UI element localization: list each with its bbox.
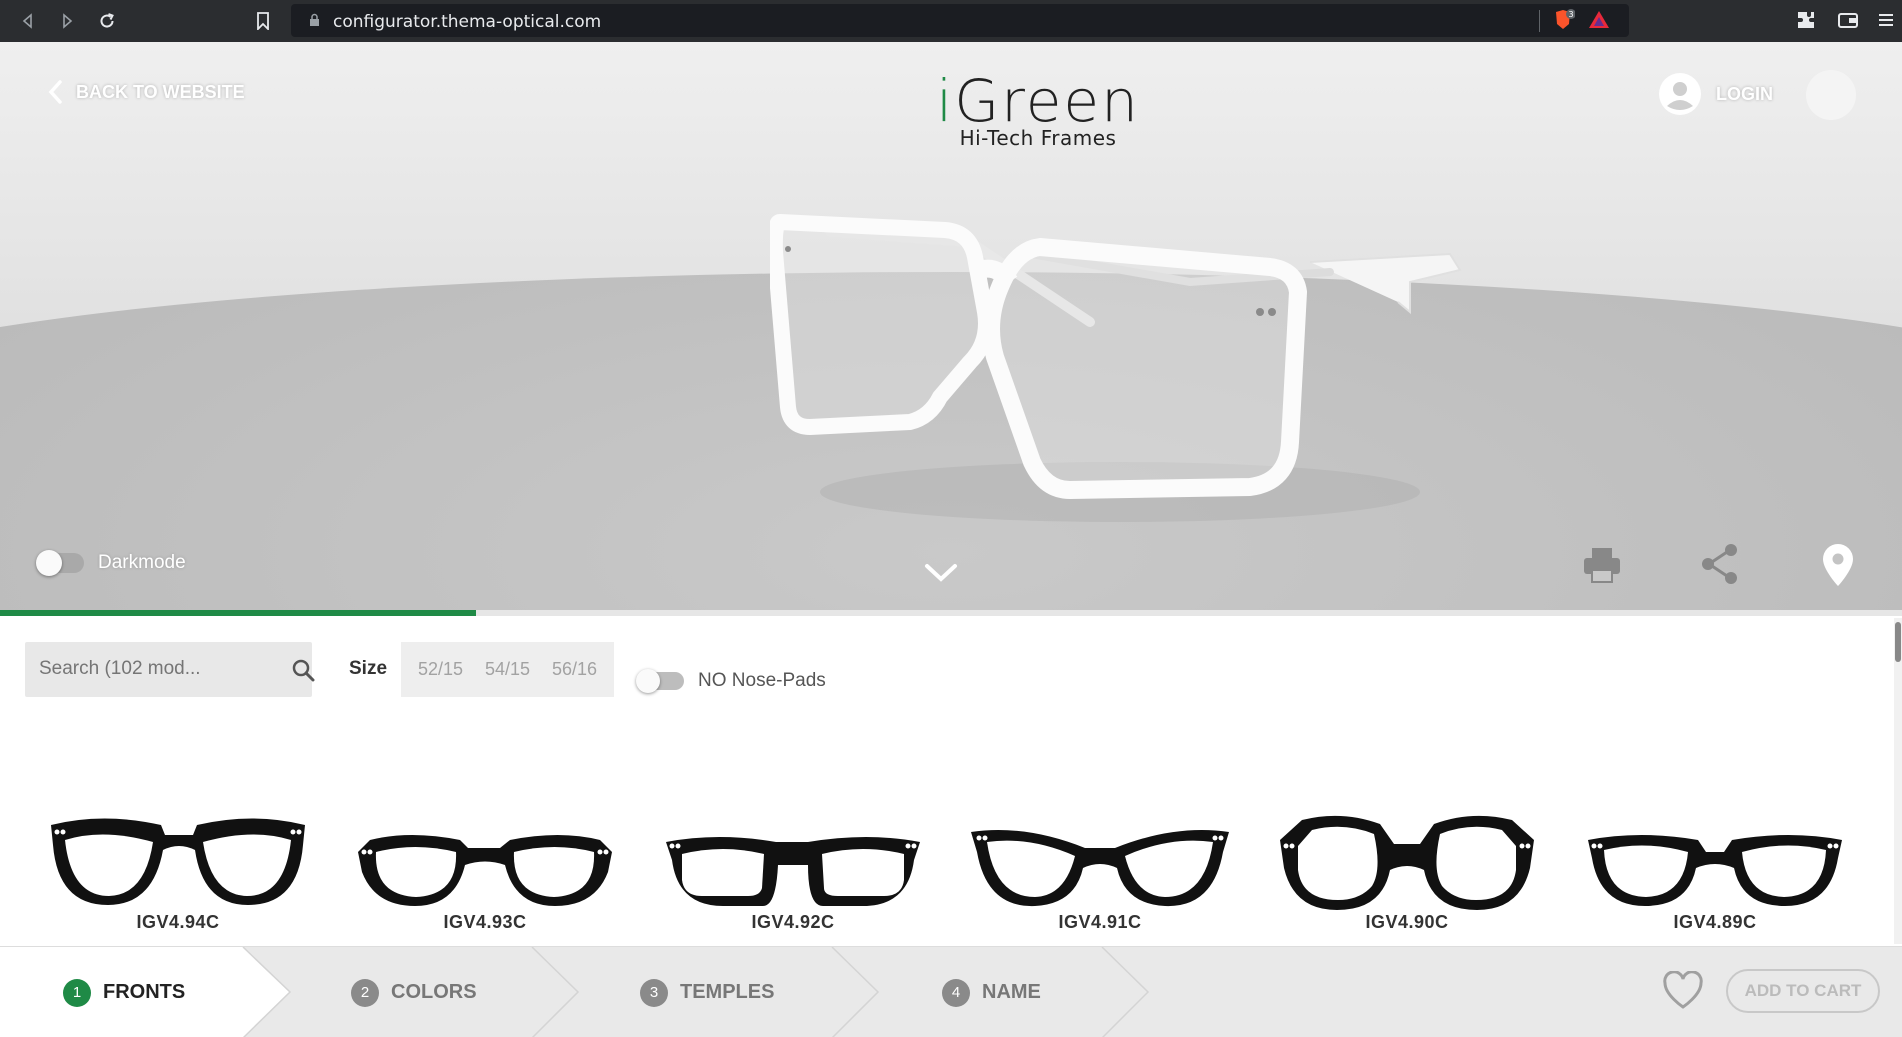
- glasses-3d-render[interactable]: [770, 212, 1470, 532]
- product-card[interactable]: IGV4.89C: [1580, 810, 1850, 940]
- back-nav-icon[interactable]: [14, 7, 42, 35]
- product-card[interactable]: IGV4.93C: [350, 810, 620, 940]
- darkmode-toggle[interactable]: Darkmode: [36, 550, 186, 576]
- size-option-52-15[interactable]: 52/15: [418, 659, 463, 680]
- product-card[interactable]: IGV4.91C: [965, 810, 1235, 940]
- menu-icon[interactable]: [1874, 8, 1898, 32]
- print-icon[interactable]: [1580, 542, 1624, 586]
- configurator-stepper: 1 FRONTS 2 COLORS 3 TEMPLES 4 NAME ADD T…: [0, 946, 1902, 1037]
- step-number: 4: [942, 978, 970, 1007]
- svg-text:3: 3: [1568, 10, 1573, 19]
- nosepads-toggle[interactable]: NO Nose-Pads: [636, 669, 826, 693]
- 3d-viewer[interactable]: BACK TO WEBSITE iGreen Hi-Tech Frames LO…: [0, 42, 1902, 610]
- step-label: FRONTS: [103, 981, 186, 1003]
- frame-front-thumbnail: [971, 830, 1229, 907]
- step-number: 3: [640, 978, 668, 1007]
- browser-toolbar: configurator.thema-optical.com 3: [0, 0, 1902, 42]
- size-filter-label: Size: [349, 658, 388, 679]
- step-number: 1: [63, 978, 91, 1007]
- product-code: IGV4.94C: [136, 912, 220, 932]
- brand-logo: iGreen Hi-Tech Frames: [928, 72, 1148, 150]
- product-list-scrollbar[interactable]: [1894, 618, 1902, 944]
- wallet-icon[interactable]: [1836, 8, 1860, 32]
- step-fronts[interactable]: 1 FRONTS: [63, 947, 185, 1037]
- step-number: 2: [351, 978, 379, 1007]
- step-label: TEMPLES: [680, 981, 775, 1003]
- brand-tagline: Hi-Tech Frames: [959, 126, 1117, 150]
- step-colors[interactable]: 2 COLORS: [351, 947, 477, 1037]
- nosepads-label: NO Nose-Pads: [698, 670, 826, 691]
- share-icon[interactable]: [1698, 542, 1742, 586]
- brave-rewards-icon[interactable]: [1587, 8, 1611, 32]
- chevron-down-icon[interactable]: [924, 562, 958, 584]
- frame-front-thumbnail: [666, 837, 920, 906]
- brand-initial: i: [936, 67, 955, 135]
- search-icon[interactable]: [291, 658, 315, 682]
- step-name[interactable]: 4 NAME: [942, 947, 1041, 1037]
- darkmode-switch[interactable]: [36, 550, 84, 576]
- brand-name: Green: [954, 67, 1140, 135]
- chevron-left-icon: [48, 80, 62, 104]
- product-code: IGV4.91C: [1058, 912, 1142, 932]
- back-to-website-link[interactable]: BACK TO WEBSITE: [48, 80, 245, 104]
- lock-icon: [310, 13, 319, 26]
- model-search-box[interactable]: [25, 642, 315, 697]
- product-code: IGV4.90C: [1365, 912, 1449, 932]
- login-button[interactable]: LOGIN: [1658, 72, 1773, 116]
- frame-front-thumbnail: [358, 835, 612, 906]
- url-text: configurator.thema-optical.com: [333, 12, 602, 32]
- brave-shield-icon[interactable]: 3: [1551, 8, 1575, 32]
- product-card[interactable]: IGV4.90C: [1272, 810, 1542, 940]
- login-label: LOGIN: [1716, 83, 1773, 104]
- product-code: IGV4.89C: [1673, 912, 1757, 932]
- step-temples[interactable]: 3 TEMPLES: [640, 947, 774, 1037]
- address-bar[interactable]: configurator.thema-optical.com 3: [291, 4, 1629, 37]
- location-pin-icon[interactable]: [1820, 542, 1856, 588]
- size-option-56-16[interactable]: 56/16: [552, 659, 597, 680]
- frame-front-thumbnail: [1280, 815, 1534, 910]
- darkmode-label: Darkmode: [98, 552, 186, 573]
- product-code: IGV4.93C: [443, 912, 527, 932]
- size-filter-group: 52/15 54/15 56/16: [401, 642, 614, 697]
- heart-icon[interactable]: [1662, 971, 1704, 1011]
- add-to-cart-button[interactable]: ADD TO CART: [1726, 969, 1880, 1013]
- urlbar-divider: [1539, 10, 1540, 32]
- progress-fill: [0, 610, 476, 616]
- account-avatar[interactable]: [1806, 70, 1856, 120]
- step-label: NAME: [982, 981, 1041, 1003]
- back-to-website-label: BACK TO WEBSITE: [76, 81, 245, 102]
- model-search-input[interactable]: [39, 658, 249, 680]
- user-icon: [1659, 73, 1701, 115]
- configurator-progress-bar: [0, 610, 1902, 616]
- bookmark-icon[interactable]: [249, 7, 277, 35]
- extensions-puzzle-icon[interactable]: [1794, 8, 1818, 32]
- frame-front-thumbnail: [51, 818, 305, 905]
- step-label: COLORS: [391, 981, 477, 1003]
- reload-icon[interactable]: [93, 7, 121, 35]
- product-card[interactable]: IGV4.92C: [658, 810, 928, 940]
- frame-front-thumbnail: [1588, 835, 1842, 906]
- forward-nav-icon[interactable]: [53, 7, 81, 35]
- product-code: IGV4.92C: [751, 912, 835, 932]
- product-card[interactable]: IGV4.94C: [43, 810, 313, 940]
- nosepads-switch[interactable]: [636, 669, 684, 693]
- size-option-54-15[interactable]: 54/15: [485, 659, 530, 680]
